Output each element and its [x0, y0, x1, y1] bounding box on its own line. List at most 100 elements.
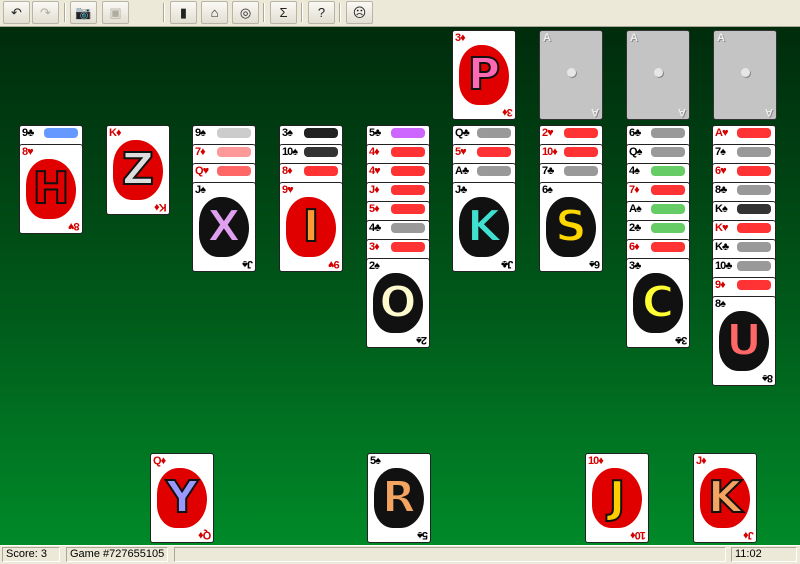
- card-rank: K: [715, 203, 723, 215]
- playing-card[interactable]: J♣ K J♣: [452, 182, 516, 272]
- screenshot-button[interactable]: 📷: [70, 1, 97, 24]
- card-art-peek: [737, 147, 771, 157]
- search-game-button[interactable]: ◎: [232, 1, 259, 24]
- card-suit-icon: ♥: [721, 127, 728, 139]
- card-rank-suit: 3♠: [282, 126, 293, 140]
- card-art-peek: [304, 147, 338, 157]
- card-art-peek: [651, 242, 685, 252]
- foundation-slot[interactable]: AA: [626, 30, 690, 120]
- card-rank-suit-bottom: 10♦: [631, 528, 646, 542]
- playing-card[interactable]: 9♥ I 9♥: [279, 182, 343, 272]
- card-rank-suit: 9♣: [22, 126, 34, 140]
- card-suit-icon: ♠: [720, 298, 726, 310]
- card-suit-icon: ♦: [744, 529, 749, 541]
- undo-button[interactable]: ↶: [3, 1, 30, 24]
- card-art-letter: Z: [121, 143, 155, 196]
- playing-card[interactable]: Q♦ Y Q♦: [150, 453, 214, 543]
- foundation-slot-label: A: [765, 106, 773, 118]
- playing-card[interactable]: 6♠ S 6♠: [539, 182, 603, 272]
- card-art-letter: U: [725, 314, 763, 367]
- card-suit-icon: ♠: [763, 372, 768, 384]
- home-button[interactable]: ⌂: [201, 1, 228, 24]
- playing-card[interactable]: J♦ K J♦: [693, 453, 757, 543]
- card-suit-icon: ♠: [375, 455, 381, 467]
- card-art-peek: [651, 147, 685, 157]
- card-art-peek: [564, 128, 598, 138]
- card-rank-suit: 10♠: [282, 145, 298, 159]
- card-suit-icon: ♦: [155, 201, 161, 213]
- statistics-button[interactable]: Σ: [270, 1, 297, 24]
- hint-button[interactable]: ▣: [102, 1, 129, 24]
- card-art-letter: J: [608, 471, 626, 524]
- card-rank-suit: A♥: [715, 126, 728, 140]
- card-rank: K: [715, 241, 723, 253]
- card-rank: 8: [767, 372, 773, 384]
- message-status: [174, 547, 726, 562]
- card-rank-suit: 9♠: [195, 126, 206, 140]
- playing-card[interactable]: 10♦ J 10♦: [585, 453, 649, 543]
- card-rank: 2: [421, 334, 427, 346]
- card-rank-suit: 3♦: [369, 240, 380, 254]
- card-rank-suit: 5♠: [370, 454, 381, 468]
- card-suit-icon: ♠: [636, 146, 643, 158]
- card-art-peek: [651, 223, 685, 233]
- redo-icon: ↷: [40, 4, 51, 20]
- playing-card[interactable]: 2♠ O 2♠: [366, 258, 430, 348]
- card-art-letter: S: [554, 200, 588, 253]
- card-suit-icon: ♦: [598, 455, 604, 467]
- card-rank-suit: 6♥: [715, 164, 727, 178]
- card-rank-suit: 8♦: [282, 164, 293, 178]
- card-art-peek: [651, 185, 685, 195]
- card-rank: 10: [282, 146, 293, 158]
- card-art-peek: [651, 128, 685, 138]
- playing-card[interactable]: J♠ X J♠: [192, 182, 256, 272]
- card-art-peek: [477, 147, 511, 157]
- playing-card[interactable]: 3♦ P 3♦: [452, 30, 516, 120]
- card-suit-icon: ♦: [460, 32, 466, 44]
- card-suit-icon: ♠: [720, 146, 726, 158]
- undo-icon: ↶: [11, 4, 22, 20]
- card-art-peek: [737, 166, 771, 176]
- card-rank-suit-bottom: 6♠: [590, 257, 600, 271]
- card-art-peek: [564, 147, 598, 157]
- card-rank-suit: K♦: [109, 126, 122, 140]
- card-art-peek: [651, 166, 685, 176]
- card-suit-icon: ♥: [547, 127, 553, 139]
- card-art-letter: O: [378, 276, 417, 329]
- foundation-slot[interactable]: AA: [539, 30, 603, 120]
- slot-marker-icon: [741, 68, 750, 77]
- card-rank: 10: [715, 260, 726, 272]
- card-rank-suit: 4♦: [369, 145, 380, 159]
- card-art-peek: [391, 166, 425, 176]
- card-suit-icon: ♠: [417, 334, 422, 346]
- help-button[interactable]: ?: [308, 1, 335, 24]
- card-rank-suit: 9♥: [282, 183, 294, 197]
- card-rank-suit: J♣: [455, 183, 467, 197]
- card-suit-icon: ♠: [418, 529, 423, 541]
- card-rank-suit: Q♥: [195, 164, 209, 178]
- foundation-slot[interactable]: AA: [713, 30, 777, 120]
- clock-status: 11:02: [731, 547, 797, 562]
- smiley-button[interactable]: ☹: [346, 1, 373, 24]
- status-bar: Score: 3 Game #727655105 11:02: [0, 545, 800, 564]
- playing-card[interactable]: 8♥ H 8♥: [19, 144, 83, 234]
- card-suit-icon: ♥: [374, 165, 380, 177]
- playing-card[interactable]: 5♠ R 5♠: [367, 453, 431, 543]
- card-suit-icon: ♥: [202, 165, 209, 177]
- toolbar-separator: [301, 3, 303, 22]
- toolbar-separator: [339, 3, 341, 22]
- card-suit-icon: ♦: [552, 146, 558, 158]
- card-suit-icon: ♠: [634, 165, 640, 177]
- card-suit-icon: ♠: [590, 258, 595, 270]
- card-suit-icon: ♣: [374, 127, 381, 139]
- card-rank-suit: 6♠: [542, 183, 553, 197]
- card-rank: 3: [681, 334, 687, 346]
- playing-card[interactable]: K♦ Z K♦: [106, 125, 170, 215]
- playing-card[interactable]: 3♣ C 3♣: [626, 258, 690, 348]
- card-art-peek: [564, 166, 598, 176]
- deck-button[interactable]: ▮: [170, 1, 197, 24]
- playing-card[interactable]: 8♠ U 8♠: [712, 296, 776, 386]
- card-suit-icon: ♥: [69, 220, 75, 232]
- card-rank-suit: 10♣: [715, 259, 733, 273]
- redo-button[interactable]: ↷: [32, 1, 59, 24]
